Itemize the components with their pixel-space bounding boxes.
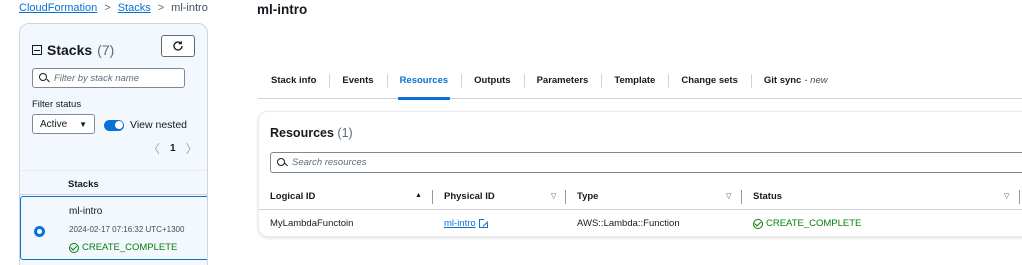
column-header-physical-id[interactable]: Physical ID: [444, 191, 495, 202]
next-page-icon[interactable]: 〉: [186, 140, 198, 157]
stack-filter-input[interactable]: [54, 72, 184, 84]
resources-panel: Resources (1) Logical ID ▲ Physical ID ▽…: [258, 111, 1022, 237]
stacks-panel-header: Stacks (7): [32, 42, 114, 58]
new-tag: - new: [804, 75, 828, 86]
breadcrumb-separator: >: [104, 2, 111, 14]
tab-outputs[interactable]: Outputs: [461, 63, 523, 99]
page-title: ml-intro: [257, 2, 308, 17]
column-header-type[interactable]: Type: [577, 191, 598, 202]
stack-list-item[interactable]: ml-intro 2024-02-17 07:16:32 UTC+1300 CR…: [20, 196, 207, 260]
sort-icon[interactable]: ▽: [726, 192, 731, 200]
stack-name: ml-intro: [69, 206, 103, 217]
view-nested-label: View nested: [130, 119, 188, 131]
sort-icon[interactable]: ▽: [1004, 192, 1009, 200]
resources-search-input[interactable]: [292, 157, 792, 168]
filter-status-select[interactable]: Active ▼: [32, 114, 95, 134]
tab-stack-info[interactable]: Stack info: [258, 63, 329, 99]
view-nested-toggle-group: View nested: [104, 119, 187, 131]
tab-template[interactable]: Template: [601, 63, 668, 99]
stack-radio-selected[interactable]: [34, 226, 45, 237]
sort-ascending-icon[interactable]: ▲: [415, 192, 422, 199]
search-icon: [277, 157, 287, 168]
sort-icon[interactable]: ▽: [551, 192, 556, 200]
stacks-count: (7): [97, 42, 115, 58]
column-divider[interactable]: [1019, 190, 1020, 204]
table-row: MyLambdaFunctoin ml-intro AWS::Lambda::F…: [259, 211, 1022, 236]
collapse-icon[interactable]: [32, 45, 42, 55]
tab-change-sets[interactable]: Change sets: [668, 63, 751, 99]
left-panel: CloudFormation > Stacks > ml-intro Stack…: [0, 0, 220, 265]
stack-timestamp: 2024-02-17 07:16:32 UTC+1300: [69, 225, 185, 234]
refresh-button[interactable]: [161, 35, 195, 57]
success-check-icon: [753, 218, 763, 229]
breadcrumb-separator: >: [157, 2, 165, 14]
cell-status: CREATE_COMPLETE: [753, 218, 861, 229]
cell-logical-id: MyLambdaFunctoin: [270, 218, 354, 229]
stacks-panel: Stacks (7) Filter status Active ▼ View n…: [19, 23, 208, 265]
stacks-list-header: Stacks: [20, 170, 207, 195]
breadcrumb-cloudformation[interactable]: CloudFormation: [19, 2, 97, 14]
tab-git-sync[interactable]: Git sync - new: [750, 63, 841, 99]
resources-title: Resources (1): [270, 126, 353, 140]
success-check-icon: [69, 242, 79, 253]
search-icon: [39, 73, 49, 83]
main-content: ml-intro Stack info Events Resources Out…: [232, 0, 1022, 265]
stack-tabs: Stack info Events Resources Outputs Para…: [258, 63, 1022, 100]
resources-count: (1): [337, 126, 353, 140]
current-page[interactable]: 1: [170, 143, 176, 154]
stacks-column-header: Stacks: [68, 179, 99, 190]
tab-events[interactable]: Events: [329, 63, 386, 99]
breadcrumb-stacks[interactable]: Stacks: [118, 2, 151, 14]
stacks-panel-title: Stacks: [47, 42, 93, 58]
filter-status-value: Active: [40, 118, 68, 130]
column-divider[interactable]: [565, 190, 566, 204]
resources-search-field[interactable]: [270, 152, 1022, 173]
cell-physical-id: ml-intro: [444, 218, 489, 229]
resource-status-text: CREATE_COMPLETE: [766, 218, 862, 229]
breadcrumb: CloudFormation > Stacks > ml-intro: [19, 2, 208, 14]
tab-git-sync-label: Git sync: [763, 75, 802, 86]
tab-parameters[interactable]: Parameters: [523, 63, 602, 99]
tab-resources[interactable]: Resources: [386, 63, 462, 100]
column-header-logical-id[interactable]: Logical ID: [270, 191, 315, 202]
stack-filter-field[interactable]: [32, 68, 185, 88]
refresh-icon: [173, 41, 183, 51]
column-header-status[interactable]: Status: [753, 191, 782, 202]
stack-status: CREATE_COMPLETE: [69, 242, 177, 253]
stack-status-text: CREATE_COMPLETE: [82, 242, 178, 253]
column-divider[interactable]: [432, 190, 433, 204]
previous-page-icon[interactable]: 〈: [148, 140, 160, 157]
view-nested-toggle[interactable]: [104, 119, 124, 131]
column-divider[interactable]: [741, 190, 742, 204]
cell-type: AWS::Lambda::Function: [577, 218, 680, 229]
resources-title-text: Resources: [270, 126, 334, 140]
external-link-icon[interactable]: [478, 218, 489, 228]
breadcrumb-current: ml-intro: [171, 2, 208, 14]
physical-id-link[interactable]: ml-intro: [444, 218, 476, 229]
pagination: 〈 1 〉: [148, 140, 198, 157]
filter-status-label: Filter status: [32, 99, 82, 110]
caret-down-icon: ▼: [79, 119, 87, 129]
resources-table-header: Logical ID ▲ Physical ID ▽ Type ▽ Status…: [259, 184, 1022, 210]
